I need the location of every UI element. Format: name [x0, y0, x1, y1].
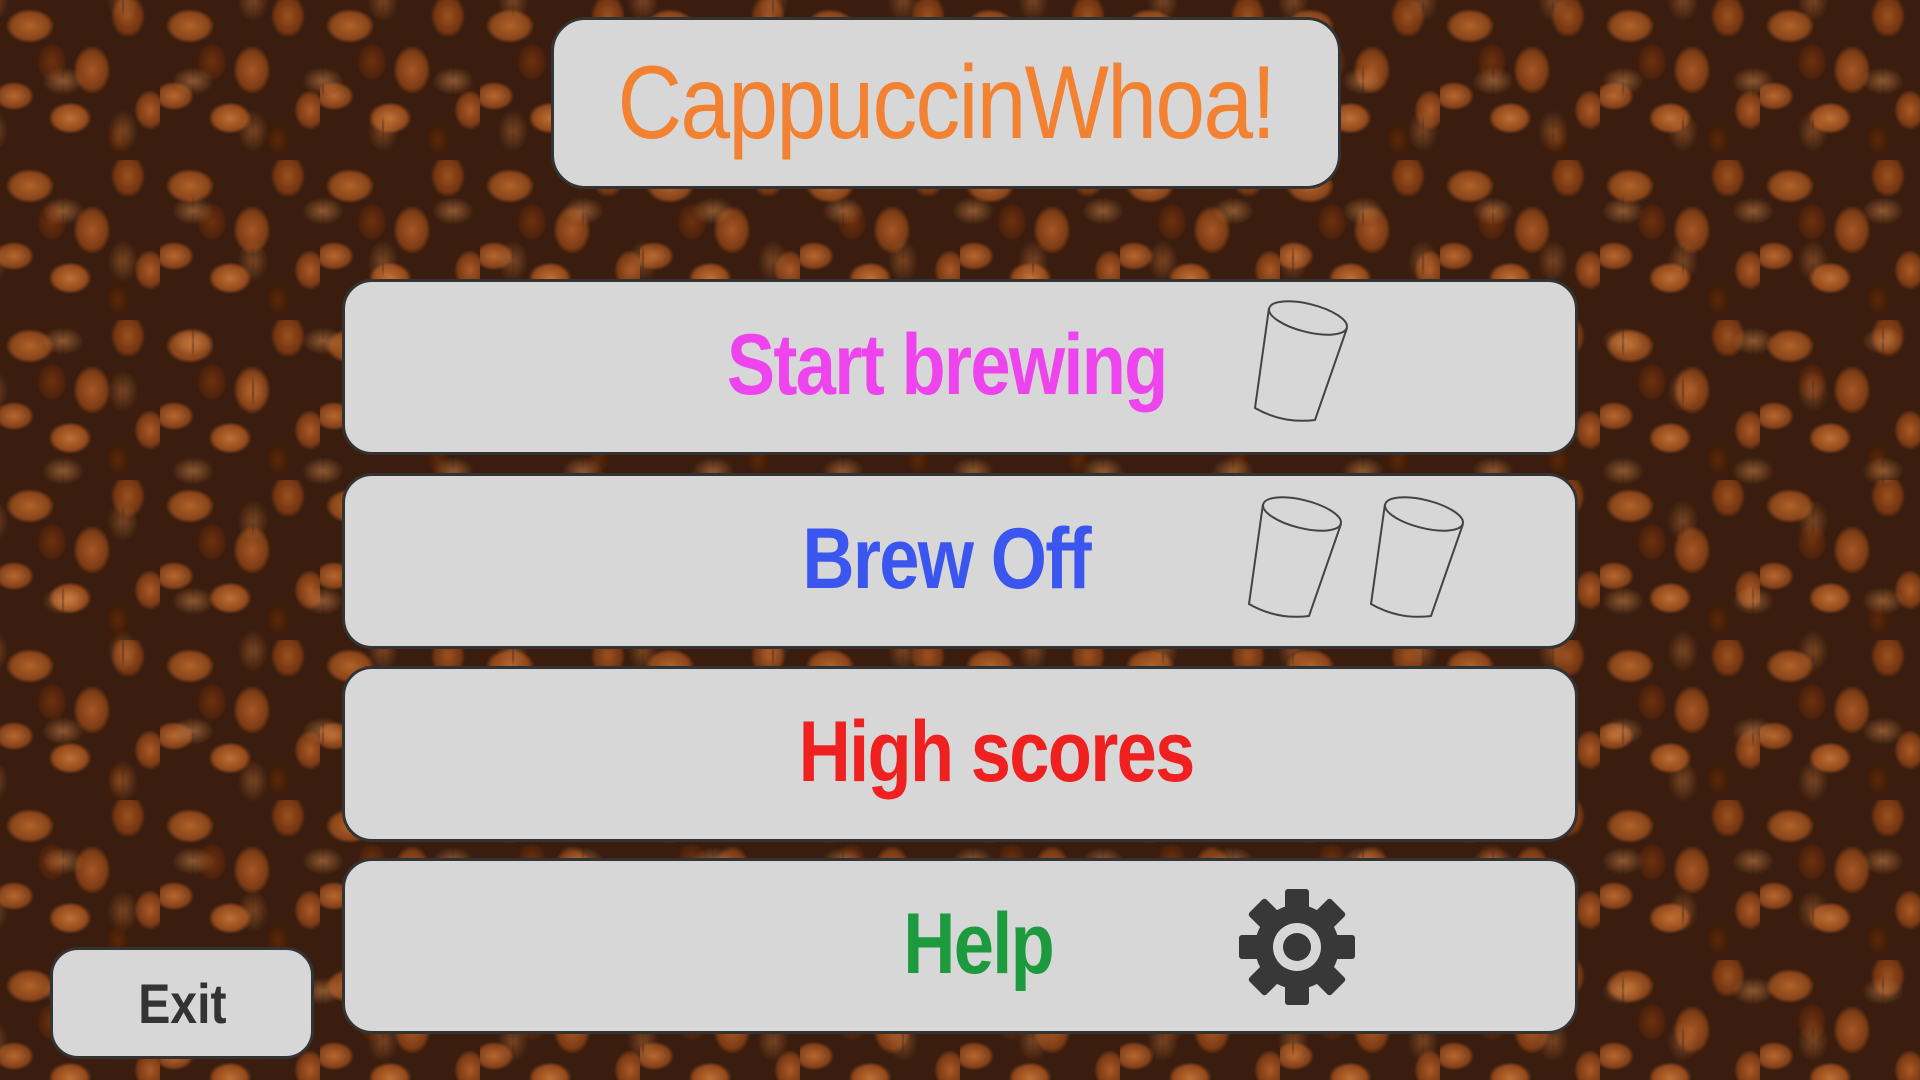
exit-button[interactable]: Exit — [50, 947, 314, 1059]
start-brewing-label: Start brewing — [726, 317, 1168, 413]
cup-icon — [1247, 496, 1342, 618]
gear-icon — [1239, 889, 1355, 1005]
main-menu-screen: { "title": "CappuccinWhoa!", "menu": { "… — [0, 0, 1920, 1080]
game-title: CappuccinWhoa! — [617, 44, 1276, 161]
help-label: Help — [903, 896, 1055, 992]
brew-off-button[interactable]: Brew Off — [342, 473, 1578, 649]
high-scores-label: High scores — [798, 704, 1196, 800]
exit-label: Exit — [137, 971, 227, 1035]
cup-icon — [1253, 300, 1348, 422]
brew-off-label: Brew Off — [802, 511, 1091, 607]
high-scores-button[interactable]: High scores — [342, 666, 1578, 842]
title-banner: CappuccinWhoa! — [551, 17, 1341, 189]
help-button[interactable]: Help — [342, 858, 1578, 1034]
start-brewing-button[interactable]: Start brewing — [342, 279, 1578, 455]
cup-icon — [1369, 496, 1464, 618]
